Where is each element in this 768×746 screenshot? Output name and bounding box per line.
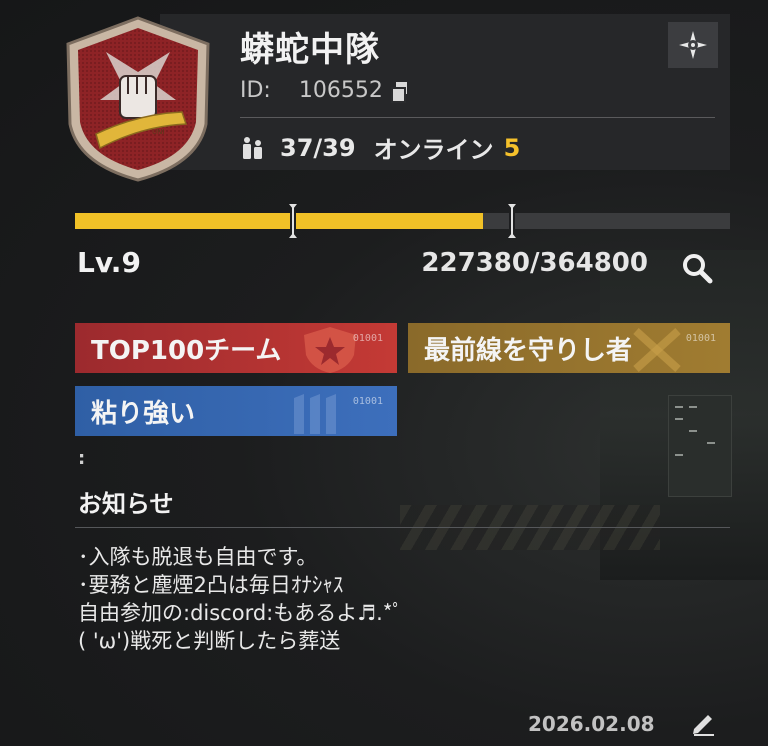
exp-milestone-marker [508,204,516,238]
notice-line: ･入隊も脱退も自由です。 [78,545,318,569]
star-badge-icon [304,327,356,373]
tag-persistent[interactable]: 粘り強い 01001 [75,386,397,436]
edit-notice-button[interactable] [686,706,722,740]
target-button[interactable] [668,22,718,68]
notice-title: お知らせ [78,490,174,518]
member-row: 37/39 オンライン 5 [240,130,520,165]
emblem-text: UNI [152,128,164,136]
member-count: 37/39 [280,133,356,162]
members-icon [243,136,262,159]
exp-bar-fill [75,213,484,229]
exp-milestone-marker [289,204,297,238]
notice-divider [75,527,730,528]
pencil-icon [693,715,714,736]
stripes-badge-icon [294,394,336,434]
tag-frontline-guardian[interactable]: 最前線を守りし者 01001 [408,323,730,373]
online-count: 5 [503,133,521,162]
id-value: 106552 [298,78,383,103]
tag-top100-team[interactable]: TOP100チーム 01001 [75,323,397,373]
search-button[interactable] [676,248,718,288]
background-panel [668,395,732,497]
online-label: オンライン [373,136,494,164]
copy-icon[interactable] [390,81,409,103]
tag-label: TOP100チーム [91,335,282,366]
tag-code: 01001 [685,333,716,344]
exp-value: 227380/364800 [421,248,648,278]
notice-marker: : [78,448,86,469]
notice-line: ( 'ω')戦死と判断したら葬送 [78,629,341,653]
search-icon [683,254,713,284]
id-label: ID: [240,78,271,103]
guild-id-row: ID: 106552 [240,78,409,103]
exp-bar [75,204,730,238]
tag-code: 01001 [352,333,383,344]
notice-line: ･要務と塵煙2凸は毎日ｵﾅｼｬｽ [78,573,344,597]
tag-label: 最前線を守りし者 [424,335,633,366]
guild-level: Lv.9 [77,246,141,279]
notice-body: ･入隊も脱退も自由です。 ･要務と塵煙2凸は毎日ｵﾅｼｬｽ 自由参加の:disc… [78,543,403,655]
tag-label: 粘り強い [91,398,196,429]
guild-name: 蟒蛇中隊 [240,30,380,70]
crosshair-icon [679,31,707,59]
notice-line: 自由参加の:discord:もあるよ♬.*ﾟ [78,601,404,625]
notice-date: 2026.02.08 [528,712,655,736]
header-divider [240,117,715,118]
guild-emblem[interactable]: UNI [58,14,218,184]
crossed-tools-icon [633,328,681,372]
tag-code: 01001 [352,396,383,407]
